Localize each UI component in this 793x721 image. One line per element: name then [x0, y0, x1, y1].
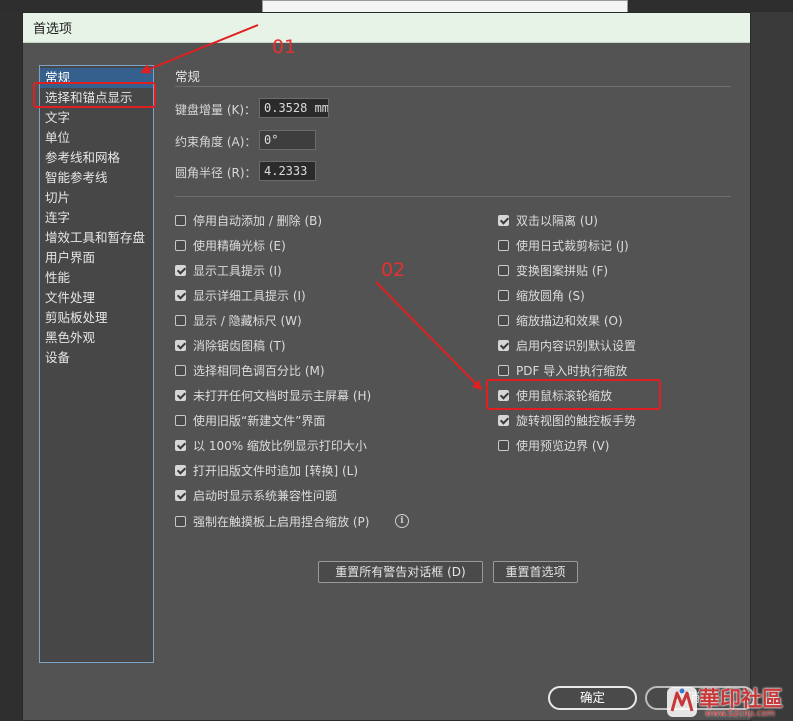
- annotation-arrows: [140, 24, 483, 391]
- watermark-logo-icon: [667, 687, 697, 717]
- watermark: 華印社區 www.52cnp.com: [665, 683, 793, 721]
- watermark-url: www.52cnp.com: [705, 709, 775, 719]
- annotation-arrow-2: [375, 281, 483, 391]
- annotation-arrow-1: [140, 24, 259, 74]
